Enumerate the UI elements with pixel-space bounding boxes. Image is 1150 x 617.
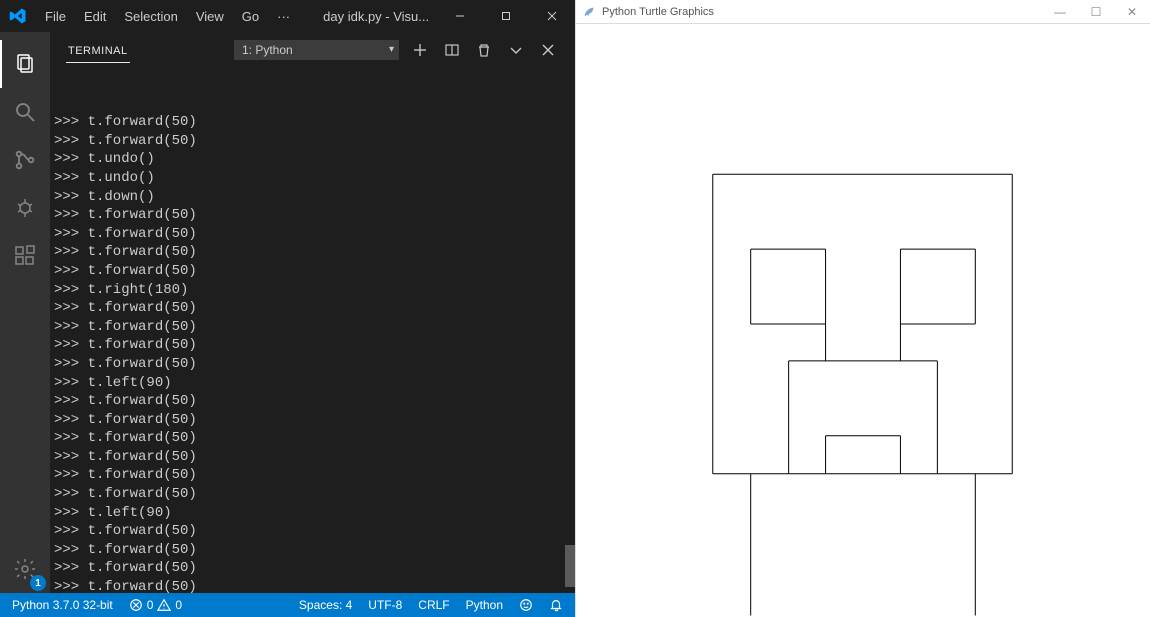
status-python-version[interactable]: Python 3.7.0 32-bit <box>8 593 117 617</box>
status-bell-icon[interactable] <box>545 593 567 617</box>
window-controls <box>437 0 575 32</box>
terminal-line: >>> t.forward(50) <box>54 243 571 262</box>
terminal-line: >>> t.undo() <box>54 150 571 169</box>
debug-icon[interactable] <box>0 184 50 232</box>
turtle-window: Python Turtle Graphics — ☐ ✕ <box>575 0 1150 617</box>
terminal[interactable]: >>> t.forward(50)>>> t.forward(50)>>> t.… <box>50 68 575 593</box>
terminal-line: >>> t.forward(50) <box>54 559 571 578</box>
terminal-line: >>> t.forward(50) <box>54 411 571 430</box>
status-language[interactable]: Python <box>462 593 507 617</box>
split-terminal-icon[interactable] <box>441 39 463 61</box>
turtle-titlebar: Python Turtle Graphics — ☐ ✕ <box>576 0 1150 24</box>
terminal-line: >>> t.left(90) <box>54 504 571 523</box>
extensions-icon[interactable] <box>0 232 50 280</box>
vscode-titlebar: File Edit Selection View Go ··· day idk.… <box>0 0 575 32</box>
status-eol[interactable]: CRLF <box>414 593 453 617</box>
terminal-select[interactable]: 1: Python <box>234 40 399 60</box>
status-problems[interactable]: 0 0 <box>125 593 186 617</box>
terminal-line: >>> t.forward(50) <box>54 522 571 541</box>
close-panel-icon[interactable] <box>537 39 559 61</box>
terminal-line: >>> t.forward(50) <box>54 262 571 281</box>
panel-area: TERMINAL 1: Python >>> t.forward(50)>>> … <box>50 32 575 593</box>
terminal-line: >>> t.forward(50) <box>54 132 571 151</box>
terminal-line: >>> t.forward(50) <box>54 206 571 225</box>
terminal-line: >>> t.forward(50) <box>54 429 571 448</box>
status-warnings-count: 0 <box>175 598 182 612</box>
terminal-line: >>> t.forward(50) <box>54 225 571 244</box>
status-bar: Python 3.7.0 32-bit 0 0 Spaces: 4 UTF-8 … <box>0 593 575 617</box>
turtle-canvas <box>576 24 1150 617</box>
turtle-title-text: Python Turtle Graphics <box>602 6 714 18</box>
terminal-line: >>> t.right(180) <box>54 281 571 300</box>
terminal-line: >>> t.forward(50) <box>54 355 571 374</box>
terminal-line: >>> t.forward(50) <box>54 336 571 355</box>
explorer-icon[interactable] <box>0 40 50 88</box>
minimize-button[interactable] <box>437 0 483 32</box>
window-title: day idk.py - Visu... <box>323 9 437 24</box>
menu-more[interactable]: ··· <box>268 0 299 32</box>
turtle-close-button[interactable]: ✕ <box>1114 0 1150 24</box>
terminal-line: >>> t.forward(50) <box>54 578 571 593</box>
status-spaces[interactable]: Spaces: 4 <box>295 593 356 617</box>
terminal-line: >>> t.forward(50) <box>54 541 571 560</box>
terminal-line: >>> t.forward(50) <box>54 113 571 132</box>
terminal-line: >>> t.forward(50) <box>54 392 571 411</box>
close-button[interactable] <box>529 0 575 32</box>
panel-header: TERMINAL 1: Python <box>50 32 575 68</box>
terminal-line: >>> t.forward(50) <box>54 299 571 318</box>
menu-file[interactable]: File <box>36 0 75 32</box>
terminal-line: >>> t.down() <box>54 188 571 207</box>
turtle-maximize-button[interactable]: ☐ <box>1078 0 1114 24</box>
menu-go[interactable]: Go <box>233 0 268 32</box>
terminal-line: >>> t.left(90) <box>54 374 571 393</box>
menu-view[interactable]: View <box>187 0 233 32</box>
menu-edit[interactable]: Edit <box>75 0 115 32</box>
search-icon[interactable] <box>0 88 50 136</box>
settings-badge: 1 <box>30 575 46 591</box>
terminal-scrollbar[interactable] <box>563 68 575 593</box>
turtle-minimize-button[interactable]: — <box>1042 0 1078 24</box>
chevron-down-icon[interactable] <box>505 39 527 61</box>
settings-gear-icon[interactable]: 1 <box>0 545 50 593</box>
new-terminal-icon[interactable] <box>409 39 431 61</box>
terminal-line: >>> t.undo() <box>54 169 571 188</box>
vscode-logo-icon <box>0 7 36 25</box>
menu-selection[interactable]: Selection <box>115 0 186 32</box>
maximize-button[interactable] <box>483 0 529 32</box>
source-control-icon[interactable] <box>0 136 50 184</box>
kill-terminal-icon[interactable] <box>473 39 495 61</box>
status-feedback-icon[interactable] <box>515 593 537 617</box>
terminal-line: >>> t.forward(50) <box>54 318 571 337</box>
status-encoding[interactable]: UTF-8 <box>364 593 406 617</box>
terminal-line: >>> t.forward(50) <box>54 466 571 485</box>
terminal-line: >>> t.forward(50) <box>54 448 571 467</box>
activity-bar: 1 <box>0 32 50 593</box>
terminal-line: >>> t.forward(50) <box>54 485 571 504</box>
terminal-tab[interactable]: TERMINAL <box>66 37 130 63</box>
turtle-app-icon <box>582 5 596 19</box>
status-errors-count: 0 <box>147 598 154 612</box>
vscode-window: File Edit Selection View Go ··· day idk.… <box>0 0 575 617</box>
menu-bar: File Edit Selection View Go ··· <box>36 0 299 32</box>
turtle-window-controls: — ☐ ✕ <box>1042 0 1150 24</box>
